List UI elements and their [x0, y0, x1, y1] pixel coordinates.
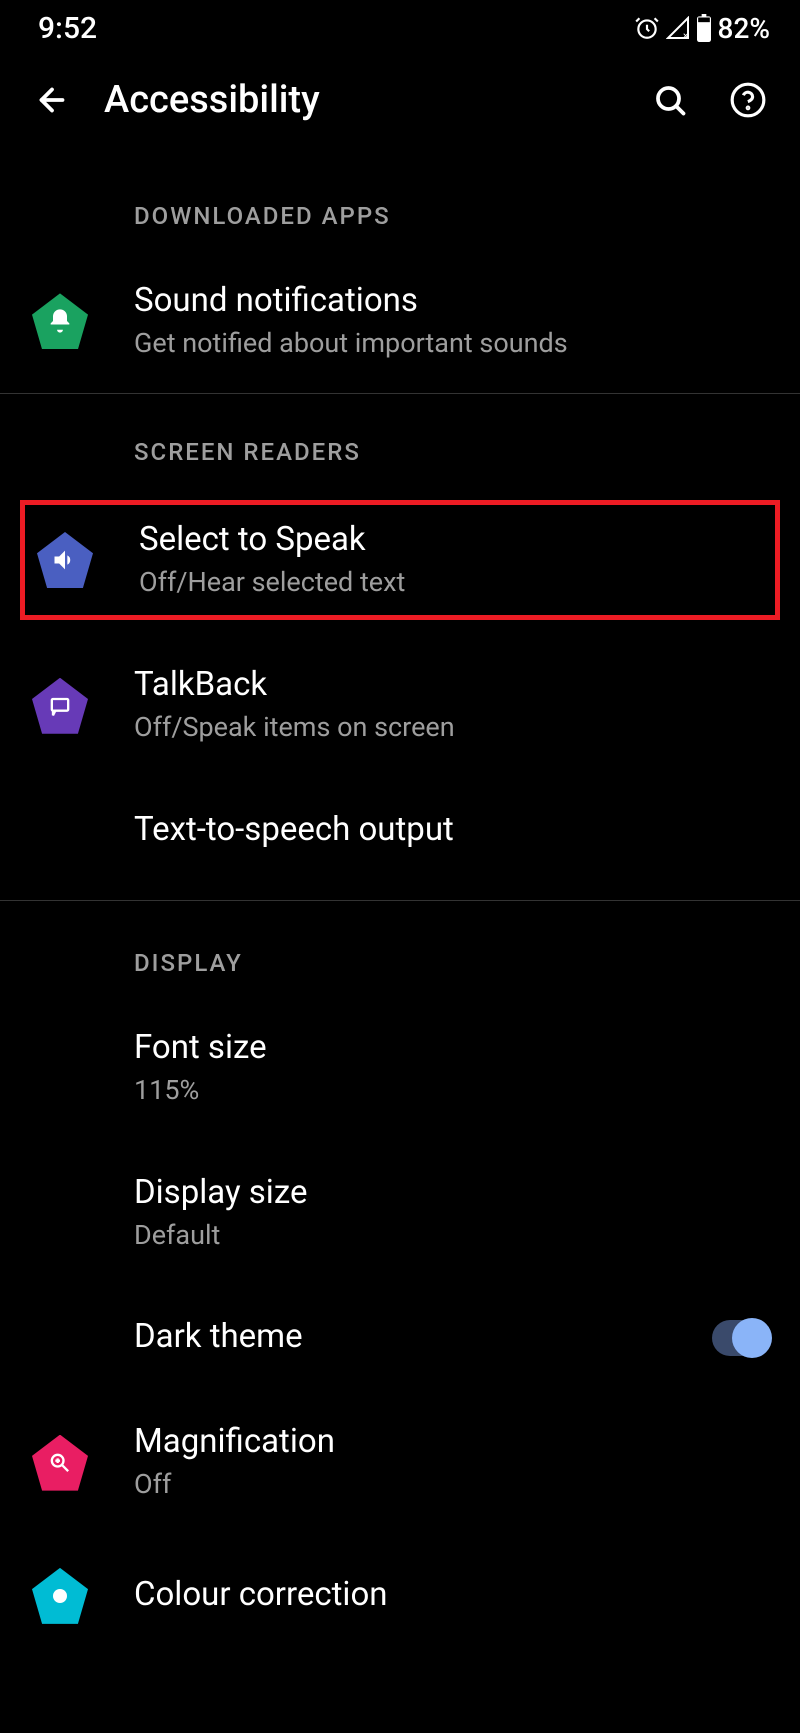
section-header-screenreaders: SCREEN READERS [0, 402, 800, 494]
talkback-icon [30, 676, 90, 736]
item-sub: Off/Hear selected text [139, 564, 765, 602]
item-title: TalkBack [134, 664, 770, 707]
item-colour-correction[interactable]: Colour correction [0, 1544, 800, 1648]
divider [0, 900, 800, 901]
alarm-icon [634, 15, 660, 41]
item-select-to-speak[interactable]: Select to Speak Off/Hear selected text [25, 505, 775, 616]
status-time: 9:52 [38, 11, 97, 46]
battery-percent: 82% [718, 12, 770, 45]
status-bar: 9:52 × 82% [0, 0, 800, 56]
item-sub: Off/Speak items on screen [134, 709, 770, 747]
item-title: Font size [134, 1027, 770, 1070]
select-to-speak-icon [35, 530, 95, 590]
section-header-downloaded: DOWNLOADED APPS [0, 144, 800, 258]
item-sub: Get notified about important sounds [134, 325, 770, 363]
item-title: Select to Speak [139, 519, 765, 562]
highlight-select-to-speak: Select to Speak Off/Hear selected text [20, 500, 780, 621]
item-title: Text-to-speech output [134, 809, 770, 852]
battery-icon [696, 14, 712, 42]
item-font-size[interactable]: Font size 115% [0, 1005, 800, 1132]
item-sub: 115% [134, 1072, 770, 1110]
item-title: Dark theme [134, 1316, 712, 1359]
item-tts[interactable]: Text-to-speech output [0, 769, 800, 892]
item-sound-notifications[interactable]: Sound notifications Get notified about i… [0, 258, 800, 385]
item-title: Colour correction [134, 1574, 770, 1617]
page-title: Accessibility [104, 78, 618, 122]
section-header-display: DISPLAY [0, 909, 800, 1005]
item-title: Magnification [134, 1421, 770, 1464]
item-title: Display size [134, 1172, 770, 1215]
status-icons: × 82% [634, 12, 770, 45]
item-sub: Default [134, 1217, 770, 1255]
sound-notifications-icon [30, 291, 90, 351]
item-sub: Off [134, 1466, 770, 1504]
item-display-size[interactable]: Display size Default [0, 1150, 800, 1277]
signal-icon: × [666, 16, 690, 40]
item-magnification[interactable]: Magnification Off [0, 1399, 800, 1526]
dark-theme-toggle[interactable] [712, 1320, 770, 1356]
search-button[interactable] [646, 76, 694, 124]
svg-text:×: × [683, 31, 688, 40]
help-button[interactable] [724, 76, 772, 124]
item-dark-theme[interactable]: Dark theme [0, 1294, 800, 1381]
magnification-icon [30, 1433, 90, 1493]
back-button[interactable] [28, 76, 76, 124]
divider [0, 393, 800, 394]
colour-correction-icon [30, 1566, 90, 1626]
item-talkback[interactable]: TalkBack Off/Speak items on screen [0, 642, 800, 769]
item-title: Sound notifications [134, 280, 770, 323]
app-bar: Accessibility [0, 56, 800, 144]
